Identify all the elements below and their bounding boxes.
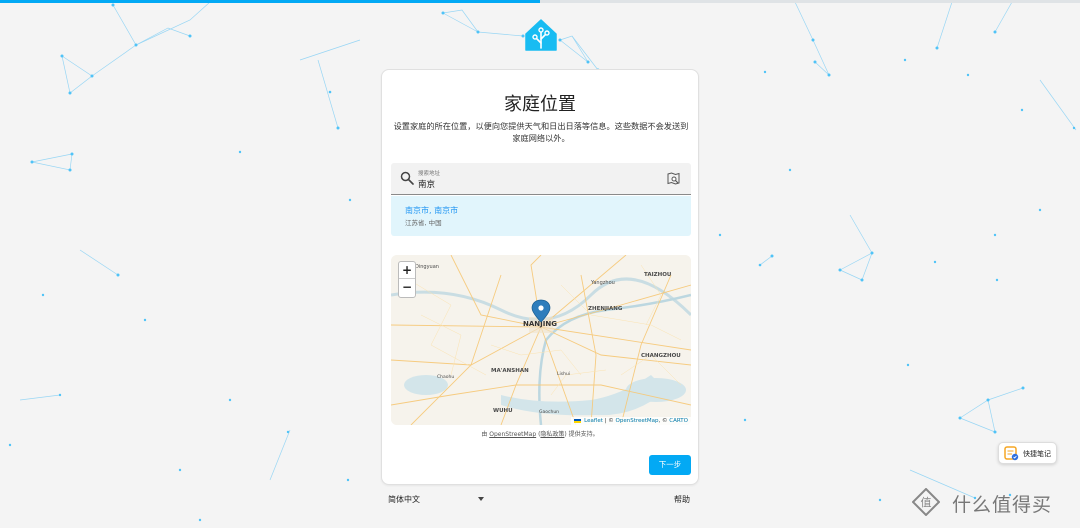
map-label-maanshan: MA'ANSHAN	[491, 368, 529, 374]
map-label-zhenjiang: ZHENJIANG	[588, 306, 623, 312]
map-credit: 由 OpenStreetMap (隐私政策) 提供支持。	[382, 429, 698, 438]
page-description: 设置家庭的所在位置，以便向您提供天气和日出日落等信息。这些数据不会发送到家庭网络…	[393, 121, 689, 143]
home-assistant-icon	[525, 19, 557, 51]
credit-suffix: ) 提供支持。	[564, 431, 599, 438]
map-label-taizhou: TAIZHOU	[644, 272, 671, 278]
result-title: 南京市, 南京市	[405, 206, 459, 215]
map-attribution: Leaflet | © OpenStreetMap, © CARTO	[571, 417, 691, 425]
search-icon	[400, 171, 414, 185]
zoom-out-button[interactable]: −	[399, 279, 415, 296]
map-label-lishui: Lishui	[557, 371, 570, 377]
map-label-wuhu: WUHU	[493, 408, 513, 414]
carto-link[interactable]: CARTO	[669, 418, 688, 424]
attrib-separator-1: | ©	[602, 418, 616, 424]
watermark-badge-text: 值	[921, 496, 932, 509]
quick-note-label: 快捷笔记	[1023, 450, 1051, 458]
help-link[interactable]: 帮助	[674, 494, 690, 505]
result-subtitle: 江苏省, 中国	[405, 219, 442, 227]
ukraine-flag-icon	[574, 418, 582, 423]
watermark-badge: 值	[912, 488, 940, 516]
openstreetmap-link[interactable]: OpenStreetMap	[616, 418, 659, 424]
progress-bar	[0, 0, 1080, 3]
credit-osm-link[interactable]: OpenStreetMap	[489, 431, 536, 438]
address-search-field[interactable]: 搜索地址 南京	[391, 163, 691, 195]
map-label-chaohu: Chaohu	[437, 374, 454, 380]
map-search-icon[interactable]	[667, 172, 680, 185]
zoom-in-button[interactable]: +	[399, 262, 415, 279]
location-map[interactable]: Dingyuan TAIZHOU Yangzhou ZHENJIANG NANJ…	[391, 255, 691, 425]
search-input[interactable]: 南京	[418, 178, 435, 190]
attrib-separator-2: , ©	[658, 418, 670, 424]
map-label-yangzhou: Yangzhou	[590, 280, 615, 286]
chevron-down-icon[interactable]	[478, 497, 484, 501]
language-select[interactable]: 简体中文	[388, 494, 420, 505]
onboarding-card: 家庭位置 设置家庭的所在位置，以便向您提供天气和日出日落等信息。这些数据不会发送…	[381, 69, 699, 485]
quick-note-button[interactable]: 快捷笔记	[998, 442, 1057, 464]
note-icon	[1004, 446, 1019, 461]
privacy-policy-link[interactable]: 隐私政策	[540, 431, 564, 438]
map-tiles: Dingyuan TAIZHOU Yangzhou ZHENJIANG NANJ…	[391, 255, 691, 425]
watermark-text: 什么值得买	[952, 494, 1053, 516]
progress-bar-fill	[0, 0, 540, 3]
map-label-gaochun: Gaochun	[539, 409, 559, 415]
search-result-item[interactable]: 南京市, 南京市 江苏省, 中国	[391, 196, 691, 236]
next-button[interactable]: 下一步	[649, 455, 691, 475]
map-zoom-control: + −	[398, 261, 416, 298]
page-title: 家庭位置	[504, 94, 576, 115]
map-label-changzhou: CHANGZHOU	[641, 353, 681, 359]
search-label: 搜索地址	[418, 171, 441, 177]
map-label-dingyuan: Dingyuan	[415, 264, 439, 270]
watermark: 值 什么值得买	[912, 487, 1072, 517]
leaflet-link[interactable]: Leaflet	[584, 418, 603, 424]
